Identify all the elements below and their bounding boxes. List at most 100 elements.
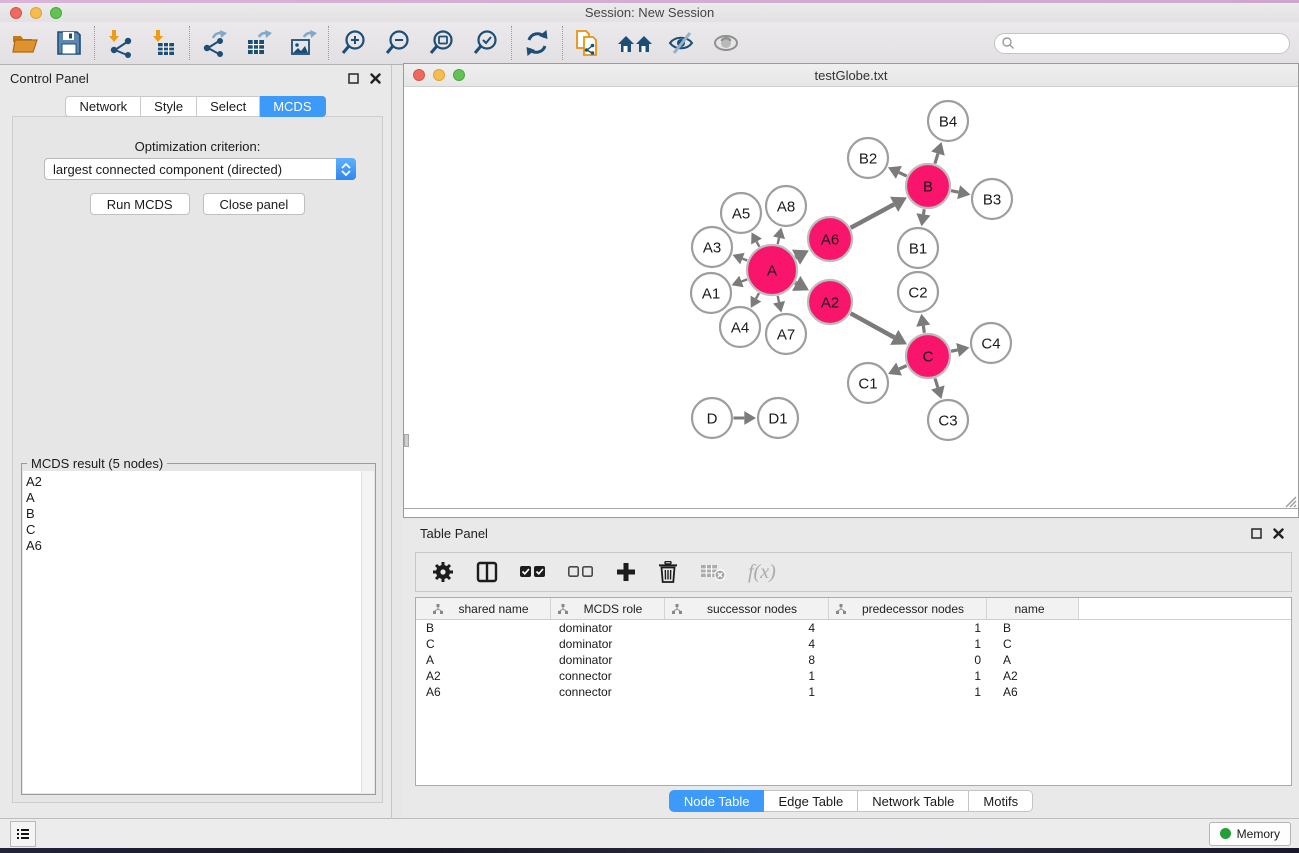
tab-style[interactable]: Style xyxy=(141,96,197,117)
svg-text:A3: A3 xyxy=(703,239,721,256)
import-network-icon[interactable] xyxy=(104,27,136,59)
export-image-icon[interactable] xyxy=(287,27,319,59)
first-neighbors-icon[interactable] xyxy=(616,27,654,59)
result-list-item[interactable]: C xyxy=(26,522,361,538)
tab-select[interactable]: Select xyxy=(197,96,260,117)
svg-text:B: B xyxy=(923,178,933,195)
node-C3[interactable]: C3 xyxy=(928,400,968,440)
svg-text:A4: A4 xyxy=(731,319,749,336)
table-row[interactable]: Bdominator41B xyxy=(416,620,1291,636)
table-row[interactable]: Cdominator41C xyxy=(416,636,1291,652)
show-graphics-details-icon[interactable] xyxy=(710,27,742,59)
column-header-mcds-role[interactable]: MCDS role xyxy=(551,598,665,619)
list-icon xyxy=(15,826,31,842)
table-row[interactable]: Adominator80A xyxy=(416,652,1291,668)
node-A5[interactable]: A5 xyxy=(721,193,761,233)
vertical-scroll-thumb[interactable] xyxy=(404,434,409,447)
zoom-selected-icon[interactable] xyxy=(470,27,502,59)
node-A6[interactable]: A6 xyxy=(808,217,852,261)
svg-text:A: A xyxy=(767,262,777,279)
tab-network[interactable]: Network xyxy=(65,96,141,117)
table-cell: A6 xyxy=(416,685,551,699)
table-cell: 8 xyxy=(665,653,829,667)
arrowhead-icon xyxy=(916,213,930,226)
open-session-icon[interactable] xyxy=(9,27,41,59)
edge-C-C3 xyxy=(935,378,938,387)
search-field[interactable] xyxy=(994,33,1290,54)
result-list-scrollbar[interactable] xyxy=(361,471,374,793)
export-table-icon[interactable] xyxy=(243,27,275,59)
result-list-item[interactable]: A6 xyxy=(26,538,361,554)
desktop-strip xyxy=(0,848,1299,853)
hide-selected-icon[interactable] xyxy=(666,27,698,59)
tab-mcds[interactable]: MCDS xyxy=(260,96,325,117)
node-D[interactable]: D xyxy=(692,398,732,438)
edge-A-A3 xyxy=(742,259,747,261)
node-A[interactable]: A xyxy=(747,245,797,295)
result-list-item[interactable]: A xyxy=(26,490,361,506)
node-A3[interactable]: A3 xyxy=(692,227,732,267)
node-B1[interactable]: B1 xyxy=(898,228,938,268)
node-A2[interactable]: A2 xyxy=(808,280,852,324)
import-table-icon[interactable] xyxy=(148,27,180,59)
resize-grip-icon[interactable] xyxy=(1283,494,1297,508)
svg-text:B2: B2 xyxy=(859,150,877,167)
run-mcds-button[interactable]: Run MCDS xyxy=(90,193,190,215)
node-B2[interactable]: B2 xyxy=(848,138,888,178)
tab-edge-table[interactable]: Edge Table xyxy=(764,790,858,812)
table-cell: 1 xyxy=(829,637,987,651)
node-C[interactable]: C xyxy=(906,334,950,378)
node-C1[interactable]: C1 xyxy=(848,363,888,403)
node-C4[interactable]: C4 xyxy=(971,323,1011,363)
node-B3[interactable]: B3 xyxy=(972,179,1012,219)
column-header-shared-name[interactable]: shared name xyxy=(416,598,551,619)
zoom-fit-icon[interactable] xyxy=(426,27,458,59)
tab-motifs[interactable]: Motifs xyxy=(969,790,1033,812)
svg-text:D1: D1 xyxy=(768,410,787,427)
table-row[interactable]: A6connector11A6 xyxy=(416,684,1291,700)
status-bar: Memory xyxy=(0,818,1299,848)
result-list-item[interactable]: B xyxy=(26,506,361,522)
node-B4[interactable]: B4 xyxy=(928,101,968,141)
export-network-icon[interactable] xyxy=(199,27,231,59)
float-panel-icon[interactable] xyxy=(348,73,359,84)
deselect-all-icon[interactable] xyxy=(568,565,594,579)
node-A1[interactable]: A1 xyxy=(691,273,731,313)
svg-text:B4: B4 xyxy=(939,113,957,130)
table-row[interactable]: A2connector11A2 xyxy=(416,668,1291,684)
column-header-name[interactable]: name xyxy=(987,598,1079,619)
node-B[interactable]: B xyxy=(906,164,950,208)
select-all-icon[interactable] xyxy=(520,565,546,579)
table-cell: A xyxy=(416,653,551,667)
tab-network-table[interactable]: Network Table xyxy=(858,790,969,812)
refresh-icon[interactable] xyxy=(521,27,553,59)
close-panel-button[interactable]: Close panel xyxy=(203,193,306,215)
node-A4[interactable]: A4 xyxy=(720,307,760,347)
float-panel-icon[interactable] xyxy=(1251,528,1262,539)
tab-node-table[interactable]: Node Table xyxy=(669,790,765,812)
delete-column-icon[interactable] xyxy=(658,561,678,583)
task-history-button[interactable] xyxy=(10,821,36,847)
node-C2[interactable]: C2 xyxy=(898,272,938,312)
node-A7[interactable]: A7 xyxy=(766,314,806,354)
table-cell: C xyxy=(987,637,1079,651)
close-panel-icon[interactable] xyxy=(370,73,381,84)
column-header-successor-nodes[interactable]: successor nodes xyxy=(665,598,829,619)
network-canvas[interactable]: B4 B2 B B3 A5A8A6 A3 B1 A A1 C2 A2 A4 A7 C C4 C1 D D1 C3 xyxy=(404,87,1298,517)
search-input[interactable] xyxy=(1015,35,1289,52)
memory-button[interactable]: Memory xyxy=(1209,822,1291,846)
column-header-predecessor-nodes[interactable]: predecessor nodes xyxy=(829,598,987,619)
node-A8[interactable]: A8 xyxy=(766,186,806,226)
edge-A-A8 xyxy=(778,238,779,244)
node-D1[interactable]: D1 xyxy=(758,398,798,438)
column-visibility-icon[interactable] xyxy=(476,561,498,583)
gear-icon[interactable] xyxy=(432,561,454,583)
add-column-icon[interactable] xyxy=(616,562,636,582)
optimization-criterion-select[interactable]: largest connected component (directed) xyxy=(44,158,356,180)
save-session-icon[interactable] xyxy=(53,27,85,59)
new-network-from-selection-icon[interactable] xyxy=(572,27,604,59)
result-list-item[interactable]: A2 xyxy=(26,474,361,490)
zoom-in-icon[interactable] xyxy=(338,27,370,59)
zoom-out-icon[interactable] xyxy=(382,27,414,59)
close-panel-icon[interactable] xyxy=(1273,528,1284,539)
